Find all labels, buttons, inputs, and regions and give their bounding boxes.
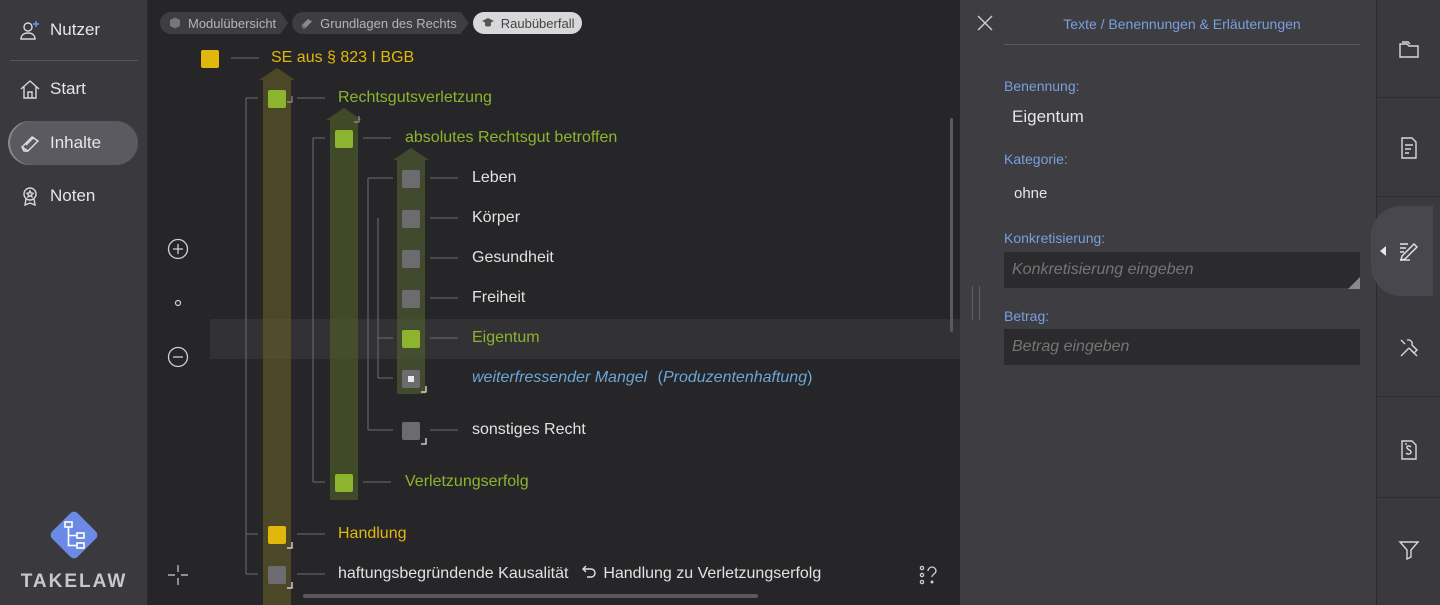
tools-icon	[1400, 338, 1418, 356]
node-label-freiheit[interactable]: Freiheit	[472, 289, 525, 307]
benennung-value[interactable]: Eigentum	[1012, 107, 1084, 127]
node-label-handlung[interactable]: Handlung	[338, 525, 407, 543]
node-box-leben[interactable]	[402, 170, 420, 188]
sidebar-item-label: Start	[50, 79, 86, 98]
sidebar-item-inhalte[interactable]: Inhalte	[8, 121, 138, 165]
node-label-absolutes[interactable]: absolutes Rechtsgut betroffen	[405, 129, 617, 147]
right-toolbar	[1371, 0, 1440, 605]
node-label-kausalitaet: haftungsbegründende Kausalität Handlung …	[338, 565, 821, 583]
takelaw-logo: TAKELAW	[0, 505, 148, 595]
toolbar-edit-button[interactable]	[1371, 206, 1433, 296]
node-box-kausalitaet[interactable]	[268, 566, 286, 584]
kategorie-label: Kategorie:	[1004, 151, 1068, 167]
vertical-scrollbar[interactable]	[950, 118, 953, 332]
node-label-leben[interactable]: Leben	[472, 169, 517, 187]
kausalitaet-label[interactable]: haftungsbegründende Kausalität	[338, 565, 568, 582]
column-root-arrow	[259, 68, 295, 80]
edit-icon	[1400, 243, 1418, 261]
sidebar-item-label: Inhalte	[50, 133, 102, 152]
sidebar-divider	[10, 60, 138, 61]
node-label-rechtsgutsverletzung[interactable]: Rechtsgutsverletzung	[338, 89, 492, 107]
panel-resize-handle[interactable]	[972, 286, 980, 320]
filter-icon	[1398, 541, 1420, 561]
book-icon	[18, 131, 42, 155]
app-root: Nutzer Start Inhalte Noten TAKELAW Modul…	[0, 0, 1440, 605]
sidebar-item-label: Nutzer	[50, 20, 101, 39]
node-box-sonstiges[interactable]	[402, 422, 420, 440]
caret-left-icon	[1380, 246, 1386, 256]
node-box-gesundheit[interactable]	[402, 250, 420, 268]
sidebar-item-start[interactable]: Start	[8, 67, 138, 111]
help-button[interactable]	[918, 563, 942, 587]
betrag-input[interactable]	[1004, 329, 1360, 365]
node-label-gesundheit[interactable]: Gesundheit	[472, 249, 554, 267]
paren-close: )	[807, 369, 813, 386]
node-box-freiheit[interactable]	[402, 290, 420, 308]
horizontal-scrollbar[interactable]	[303, 594, 758, 598]
tree-canvas[interactable]: Modulübersicht Grundlagen des Rechts Rau…	[148, 0, 960, 605]
takelaw-logo-mark	[50, 511, 98, 559]
toolbar-tools-button[interactable]	[1377, 299, 1440, 397]
node-label-eigentum[interactable]: Eigentum	[472, 329, 540, 347]
toolbar-filter-button[interactable]	[1377, 501, 1440, 599]
node-box-verletzungserfolg[interactable]	[335, 474, 353, 492]
toolbar-paragraph-button[interactable]	[1377, 400, 1440, 498]
node-label-root[interactable]: SE aus § 823 I BGB	[271, 49, 414, 67]
award-icon	[18, 184, 42, 208]
node-label-sonstiges[interactable]: sonstiges Recht	[472, 421, 586, 439]
panel-title: Texte / Benennungen & Erläuterungen	[1004, 16, 1360, 45]
help-icon	[919, 565, 937, 585]
kategorie-value[interactable]: ohne	[1014, 185, 1047, 202]
document-icon	[1401, 136, 1417, 159]
toolbar-folder-button[interactable]	[1377, 0, 1440, 98]
resize-grip-icon[interactable]	[1348, 277, 1360, 289]
node-box-root[interactable]	[201, 50, 219, 68]
home-icon	[18, 77, 42, 101]
folder-icon	[1399, 40, 1419, 58]
toolbar-document-button[interactable]	[1377, 99, 1440, 197]
node-box-koerper[interactable]	[402, 210, 420, 228]
node-box-absolutes[interactable]	[335, 130, 353, 148]
node-box-rechtsgutsverletzung[interactable]	[268, 90, 286, 108]
node-box-weiterfressender[interactable]	[402, 370, 420, 388]
konkretisierung-label: Konkretisierung:	[1004, 230, 1106, 246]
undo-link-icon	[581, 565, 596, 578]
node-box-eigentum[interactable]	[402, 330, 420, 348]
benennung-label: Benennung:	[1004, 78, 1080, 94]
column-rechtsgut	[330, 120, 358, 500]
column-absolutes-arrow	[393, 148, 429, 160]
user-add-icon	[18, 18, 42, 42]
close-icon	[977, 15, 993, 31]
detail-panel: Texte / Benennungen & Erläuterungen Bene…	[960, 0, 1376, 605]
sidebar-item-noten[interactable]: Noten	[8, 174, 138, 218]
kausalitaet-link[interactable]: Handlung zu Verletzungserfolg	[603, 565, 821, 582]
sidebar-item-nutzer[interactable]: Nutzer	[8, 8, 138, 52]
close-button[interactable]	[976, 14, 996, 34]
sidebar-item-label: Noten	[50, 186, 96, 205]
node-label-koerper[interactable]: Körper	[472, 209, 520, 227]
paragraph-doc-icon	[1401, 439, 1417, 460]
konkretisierung-input[interactable]	[1004, 252, 1360, 288]
link-produzentenhaftung[interactable]: Produzentenhaftung	[663, 369, 807, 386]
betrag-label: Betrag:	[1004, 308, 1050, 324]
node-dot-icon	[408, 376, 414, 382]
node-label-weiterfressender: weiterfressender Mangel (Produzentenhaft…	[472, 369, 812, 387]
node-label-verletzungserfolg[interactable]: Verletzungserfolg	[405, 473, 529, 491]
column-rechtsgut-arrow	[326, 108, 362, 120]
column-absolutes	[397, 160, 425, 394]
link-weiterfressender[interactable]: weiterfressender Mangel	[472, 369, 647, 386]
node-box-handlung[interactable]	[268, 526, 286, 544]
sidebar: Nutzer Start Inhalte Noten TAKELAW	[0, 0, 148, 605]
logo-text: TAKELAW	[20, 571, 128, 592]
